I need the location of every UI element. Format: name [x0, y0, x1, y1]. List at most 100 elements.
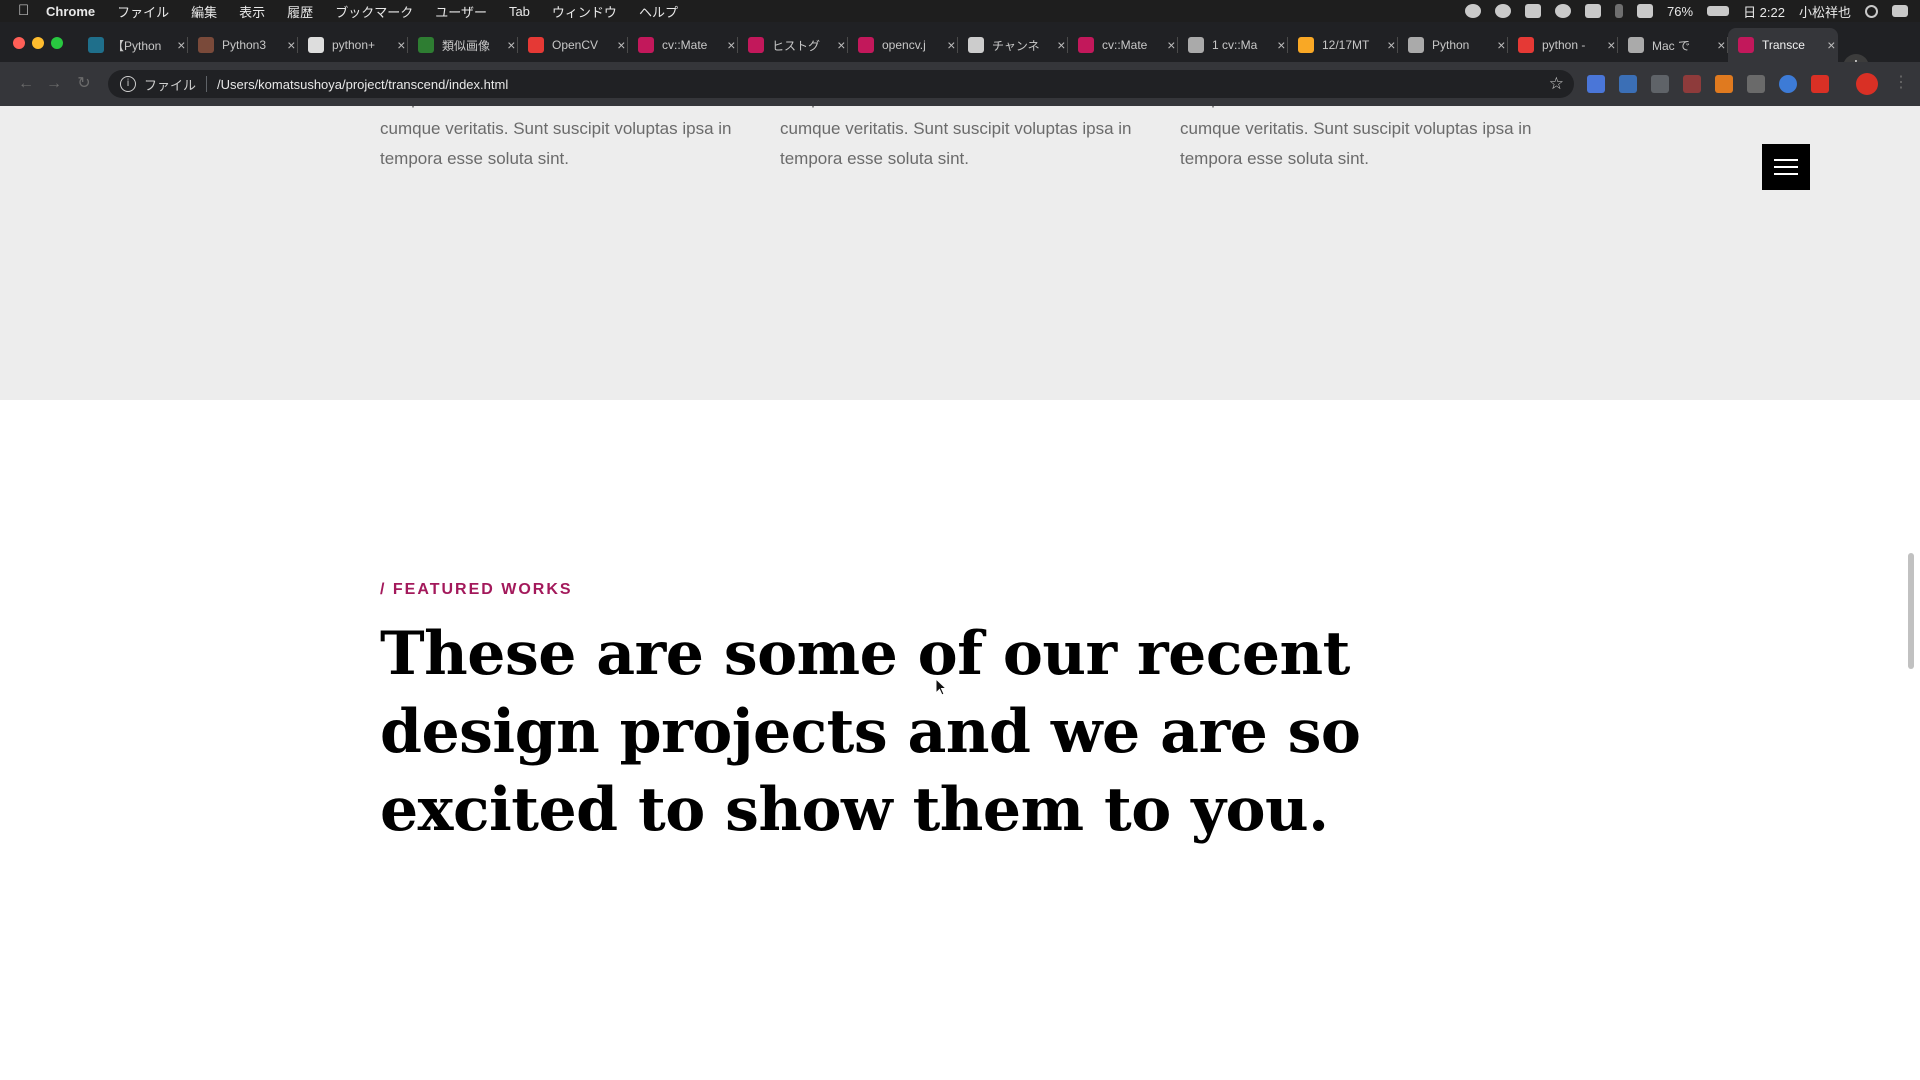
- tab-close-icon[interactable]: ×: [1495, 37, 1508, 53]
- tab-close-icon[interactable]: ×: [1055, 37, 1068, 53]
- back-arrow-icon[interactable]: ←: [16, 74, 36, 94]
- browser-tab[interactable]: python - ×: [1508, 28, 1618, 62]
- tab-label: 12/17MT: [1322, 38, 1370, 52]
- tab-label: Mac で: [1652, 38, 1691, 53]
- bluetooth-icon[interactable]: [1615, 4, 1624, 18]
- tab-close-icon[interactable]: ×: [285, 37, 298, 53]
- forward-arrow-icon[interactable]: →: [44, 74, 64, 94]
- puzzle-extension-icon[interactable]: [1779, 75, 1797, 93]
- tab-favicon-icon: [1408, 37, 1424, 53]
- macos-menubar:  Chrome ファイル 編集 表示 履歴 ブックマーク ユーザー Tab ウ…: [0, 0, 1920, 22]
- browser-tab[interactable]: 類似画像 ×: [408, 28, 518, 62]
- tab-close-icon[interactable]: ×: [1385, 37, 1398, 53]
- tab-label: 1 cv::Ma: [1212, 38, 1258, 52]
- clock[interactable]: 日 2:22: [1743, 2, 1785, 21]
- browser-tab[interactable]: Mac で ×: [1618, 28, 1728, 62]
- creative-cloud-icon[interactable]: [1555, 4, 1572, 18]
- tab-label: Python: [1432, 38, 1470, 52]
- tab-close-icon[interactable]: ×: [505, 37, 518, 53]
- tab-close-icon[interactable]: ×: [725, 37, 738, 53]
- spotlight-search-icon[interactable]: [1865, 4, 1878, 18]
- apple-icon[interactable]: : [18, 3, 34, 19]
- menu-edit[interactable]: 編集: [191, 2, 217, 21]
- browser-tab[interactable]: ヒストグ ×: [738, 28, 848, 62]
- menu-help[interactable]: ヘルプ: [639, 2, 678, 21]
- youtube-extension-icon[interactable]: [1811, 75, 1829, 93]
- browser-tab[interactable]: opencv.j ×: [848, 28, 958, 62]
- menu-user[interactable]: ユーザー: [435, 2, 487, 21]
- browser-tab[interactable]: チャンネ ×: [958, 28, 1068, 62]
- wifi-icon[interactable]: [1637, 4, 1654, 18]
- tab-favicon-icon: [88, 37, 104, 53]
- tab-favicon-icon: [748, 37, 764, 53]
- browser-tab[interactable]: python+ ×: [298, 28, 408, 62]
- profile-avatar[interactable]: [1856, 73, 1878, 95]
- tab-favicon-icon: [1738, 37, 1754, 53]
- input-method-icon[interactable]: [1585, 4, 1602, 18]
- address-bar[interactable]: i ファイル /Users/komatsushoya/project/trans…: [108, 70, 1574, 98]
- site-info-icon[interactable]: i: [120, 76, 136, 92]
- tab-close-icon[interactable]: ×: [395, 37, 408, 53]
- reload-icon[interactable]: ↻: [74, 74, 94, 94]
- notification-center-icon[interactable]: [1892, 5, 1908, 17]
- menu-history[interactable]: 履歴: [287, 2, 313, 21]
- record-icon[interactable]: [1465, 4, 1482, 18]
- hamburger-menu-button[interactable]: [1762, 144, 1810, 190]
- tab-favicon-icon: [418, 37, 434, 53]
- tab-close-icon[interactable]: ×: [1715, 37, 1728, 53]
- tab-close-icon[interactable]: ×: [1165, 37, 1178, 53]
- service-column-text: voluptas ab sit natus veritatis ut. Debi…: [380, 106, 732, 168]
- close-window-button[interactable]: [13, 37, 25, 49]
- tab-favicon-icon: [1298, 37, 1314, 53]
- menu-window[interactable]: ウィンドウ: [552, 2, 617, 21]
- more-menu-icon[interactable]: ⋮: [1893, 72, 1909, 94]
- tab-close-icon[interactable]: ×: [1605, 37, 1618, 53]
- hamburger-bar: [1774, 173, 1798, 175]
- service-column-text: voluptas ab sit natus veritatis ut. Debi…: [1180, 106, 1532, 168]
- tab-label: 類似画像: [442, 38, 491, 53]
- tab-close-icon[interactable]: ×: [615, 37, 628, 53]
- zoom-window-button[interactable]: [51, 37, 63, 49]
- tab-close-icon[interactable]: ×: [1825, 37, 1838, 53]
- user-name[interactable]: 小松祥也: [1799, 2, 1851, 21]
- tab-strip: 【Python × Python3 × python+ × 類似画像 × OpenCV × cv::…: [0, 22, 1920, 80]
- tab-label: Python3: [222, 38, 267, 52]
- tab-close-icon[interactable]: ×: [945, 37, 958, 53]
- browser-tab[interactable]: cv::Mate ×: [1068, 28, 1178, 62]
- menu-app-name[interactable]: Chrome: [46, 4, 95, 19]
- browser-tab[interactable]: OpenCV ×: [518, 28, 628, 62]
- address-url[interactable]: /Users/komatsushoya/project/transcend/in…: [217, 77, 508, 92]
- grammarly-icon[interactable]: [1495, 4, 1512, 18]
- selenium-extension-icon[interactable]: [1747, 75, 1765, 93]
- browser-tab[interactable]: 1 cv::Ma ×: [1178, 28, 1288, 62]
- tab-close-icon[interactable]: ×: [1275, 37, 1288, 53]
- minimize-window-button[interactable]: [32, 37, 44, 49]
- menu-view[interactable]: 表示: [239, 2, 265, 21]
- browser-tab[interactable]: Python3 ×: [188, 28, 298, 62]
- translate-extension-icon[interactable]: [1587, 75, 1605, 93]
- browser-tab[interactable]: 12/17MT ×: [1288, 28, 1398, 62]
- menu-bookmarks[interactable]: ブックマーク: [335, 2, 413, 21]
- tab-label: チャンネ: [992, 38, 1040, 53]
- dictionary-extension-icon[interactable]: [1619, 75, 1637, 93]
- tab-close-icon[interactable]: ×: [835, 37, 848, 53]
- browser-tab[interactable]: cv::Mate ×: [628, 28, 738, 62]
- tab-close-icon[interactable]: ×: [175, 37, 188, 53]
- menu-file[interactable]: ファイル: [117, 2, 169, 21]
- gif-extension-icon[interactable]: [1683, 75, 1701, 93]
- bookmark-star-icon[interactable]: ☆: [1549, 74, 1564, 94]
- tab-favicon-icon: [858, 37, 874, 53]
- battery-icon[interactable]: [1707, 6, 1730, 16]
- tab-favicon-icon: [198, 37, 214, 53]
- extension-icon[interactable]: [1651, 75, 1669, 93]
- browser-tab[interactable]: 【Python ×: [78, 28, 188, 62]
- services-section: voluptas ab sit natus veritatis ut. Debi…: [0, 106, 1920, 400]
- tab-active[interactable]: Transce ×: [1728, 28, 1838, 62]
- page-scrollbar[interactable]: [1908, 553, 1914, 669]
- battery-percent: 76%: [1667, 3, 1694, 19]
- metamask-extension-icon[interactable]: [1715, 75, 1733, 93]
- menu-tab[interactable]: Tab: [509, 4, 530, 19]
- status-area: 76% 日 2:22 小松祥也: [1465, 0, 1908, 22]
- browser-tab[interactable]: Python ×: [1398, 28, 1508, 62]
- dropbox-icon[interactable]: [1525, 4, 1542, 18]
